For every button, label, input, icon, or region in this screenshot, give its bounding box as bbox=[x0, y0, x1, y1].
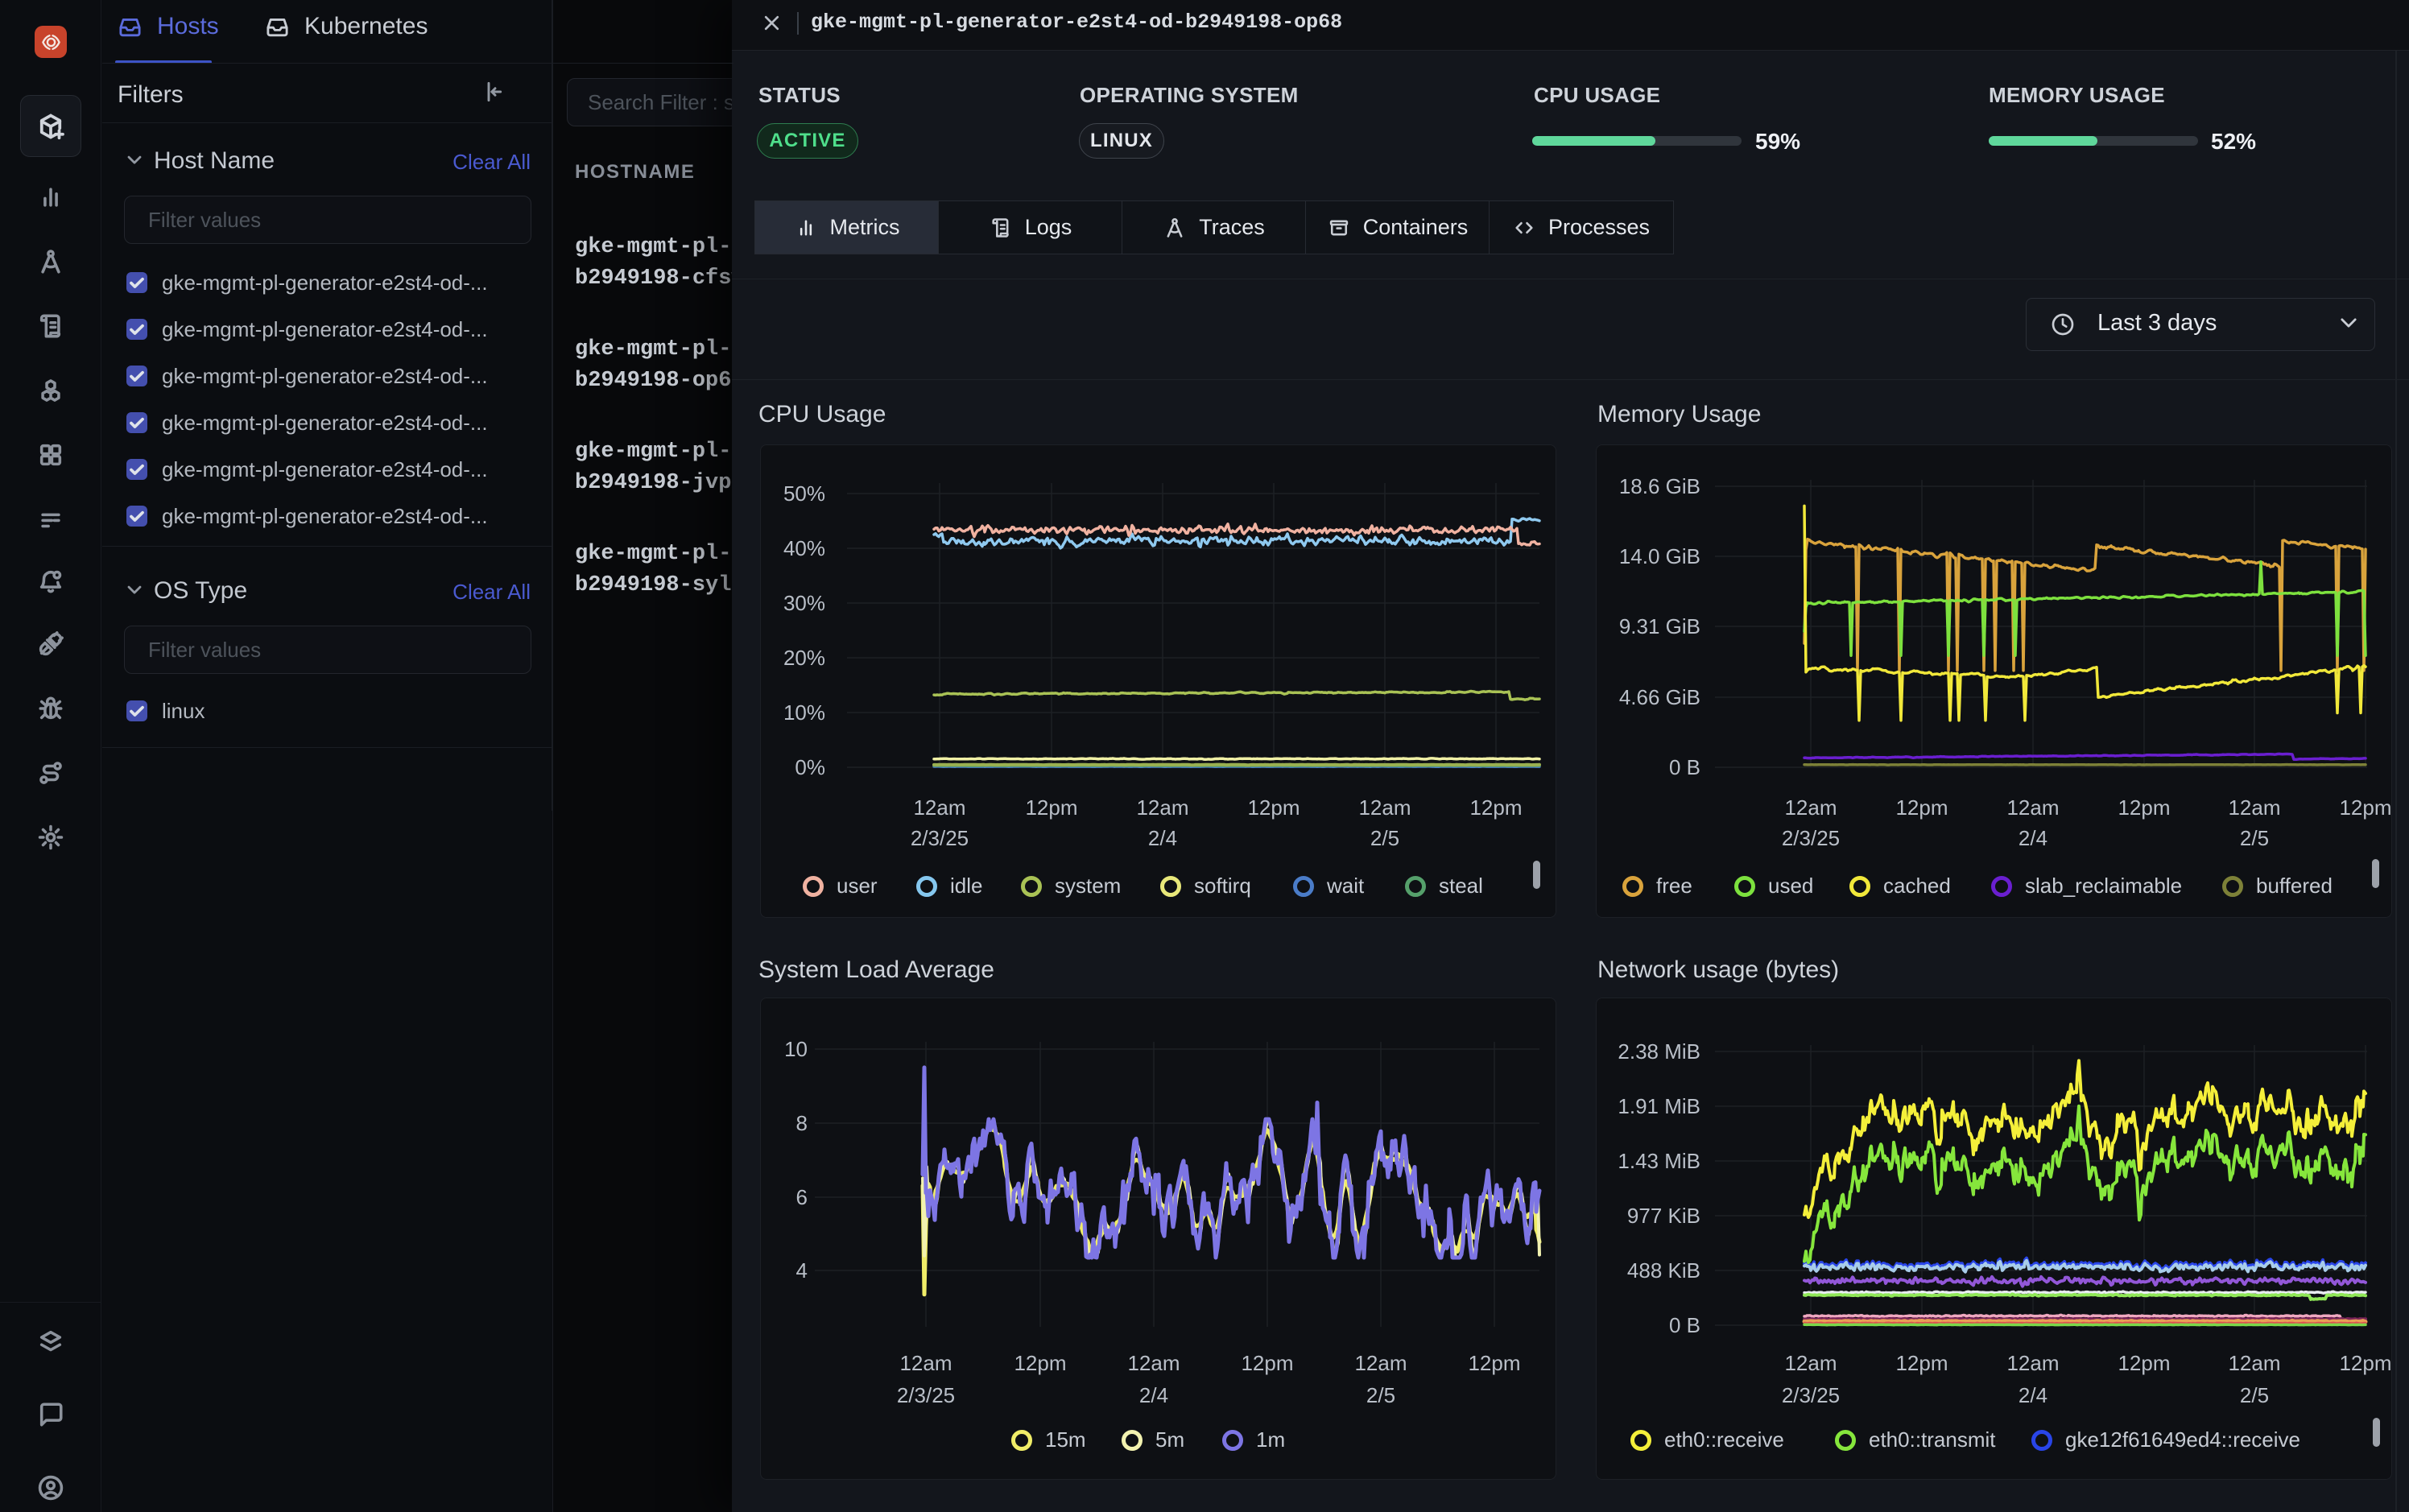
svg-text:12pm: 12pm bbox=[1241, 1351, 1293, 1375]
svg-text:2/5: 2/5 bbox=[2240, 1383, 2269, 1407]
svg-text:12am: 12am bbox=[2006, 795, 2059, 820]
svg-text:12am: 12am bbox=[899, 1351, 952, 1375]
svg-text:14.0 GiB: 14.0 GiB bbox=[1619, 544, 1700, 568]
svg-text:12pm: 12pm bbox=[2339, 1351, 2391, 1375]
svg-text:2/5: 2/5 bbox=[2240, 826, 2269, 850]
svg-text:1.43 MiB: 1.43 MiB bbox=[1618, 1149, 1700, 1173]
svg-text:12pm: 12pm bbox=[2339, 795, 2391, 820]
svg-text:2.38 MiB: 2.38 MiB bbox=[1618, 1039, 1700, 1064]
svg-text:50%: 50% bbox=[783, 481, 825, 506]
svg-text:20%: 20% bbox=[783, 646, 825, 670]
svg-text:2/3/25: 2/3/25 bbox=[1782, 826, 1840, 850]
svg-text:12am: 12am bbox=[1784, 1351, 1837, 1375]
svg-text:12pm: 12pm bbox=[1014, 1351, 1066, 1375]
svg-text:488 KiB: 488 KiB bbox=[1627, 1258, 1700, 1283]
svg-text:977 KiB: 977 KiB bbox=[1627, 1204, 1700, 1228]
svg-text:12am: 12am bbox=[2228, 1351, 2280, 1375]
svg-text:8: 8 bbox=[796, 1111, 808, 1135]
svg-text:0 B: 0 B bbox=[1669, 755, 1700, 779]
svg-text:12am: 12am bbox=[2006, 1351, 2059, 1375]
svg-text:12pm: 12pm bbox=[1895, 795, 1948, 820]
svg-text:12am: 12am bbox=[2228, 795, 2280, 820]
svg-text:12pm: 12pm bbox=[2118, 795, 2170, 820]
svg-text:12pm: 12pm bbox=[1469, 795, 1522, 820]
svg-text:2/3/25: 2/3/25 bbox=[897, 1383, 955, 1407]
svg-text:12am: 12am bbox=[1358, 795, 1411, 820]
svg-text:30%: 30% bbox=[783, 591, 825, 615]
svg-text:2/5: 2/5 bbox=[1366, 1383, 1395, 1407]
svg-text:12am: 12am bbox=[1127, 1351, 1180, 1375]
svg-text:10%: 10% bbox=[783, 700, 825, 725]
svg-text:2/3/25: 2/3/25 bbox=[911, 826, 969, 850]
svg-text:2/4: 2/4 bbox=[1139, 1383, 1168, 1407]
svg-text:0 B: 0 B bbox=[1669, 1313, 1700, 1337]
svg-text:4: 4 bbox=[796, 1258, 808, 1283]
svg-text:2/3/25: 2/3/25 bbox=[1782, 1383, 1840, 1407]
svg-text:12pm: 12pm bbox=[1468, 1351, 1520, 1375]
svg-text:6: 6 bbox=[796, 1185, 808, 1209]
svg-text:4.66 GiB: 4.66 GiB bbox=[1619, 685, 1700, 709]
svg-text:1.91 MiB: 1.91 MiB bbox=[1618, 1094, 1700, 1118]
svg-text:2/4: 2/4 bbox=[2019, 826, 2047, 850]
svg-text:10: 10 bbox=[784, 1037, 808, 1061]
svg-text:12am: 12am bbox=[913, 795, 965, 820]
svg-text:12am: 12am bbox=[1354, 1351, 1407, 1375]
svg-text:12am: 12am bbox=[1136, 795, 1188, 820]
svg-text:40%: 40% bbox=[783, 536, 825, 560]
svg-text:12pm: 12pm bbox=[1895, 1351, 1948, 1375]
svg-text:9.31 GiB: 9.31 GiB bbox=[1619, 614, 1700, 638]
svg-text:2/4: 2/4 bbox=[1148, 826, 1177, 850]
svg-text:0%: 0% bbox=[795, 755, 825, 779]
svg-text:12pm: 12pm bbox=[2118, 1351, 2170, 1375]
svg-text:12pm: 12pm bbox=[1025, 795, 1077, 820]
svg-text:2/4: 2/4 bbox=[2019, 1383, 2047, 1407]
svg-text:18.6 GiB: 18.6 GiB bbox=[1619, 474, 1700, 498]
svg-text:2/5: 2/5 bbox=[1370, 826, 1399, 850]
svg-text:12pm: 12pm bbox=[1247, 795, 1300, 820]
svg-text:12am: 12am bbox=[1784, 795, 1837, 820]
